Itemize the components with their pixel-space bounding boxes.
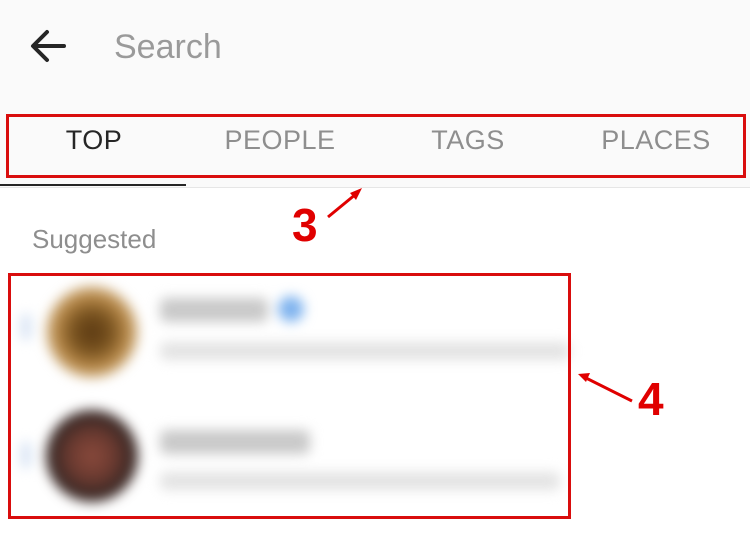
- annotation-arrow-3: [327, 188, 362, 219]
- annotation-arrows: [327, 188, 633, 403]
- annotation-arrow-4: [578, 373, 633, 403]
- annotation-label-4: 4: [638, 373, 664, 425]
- annotation-label-3: 3: [292, 199, 318, 251]
